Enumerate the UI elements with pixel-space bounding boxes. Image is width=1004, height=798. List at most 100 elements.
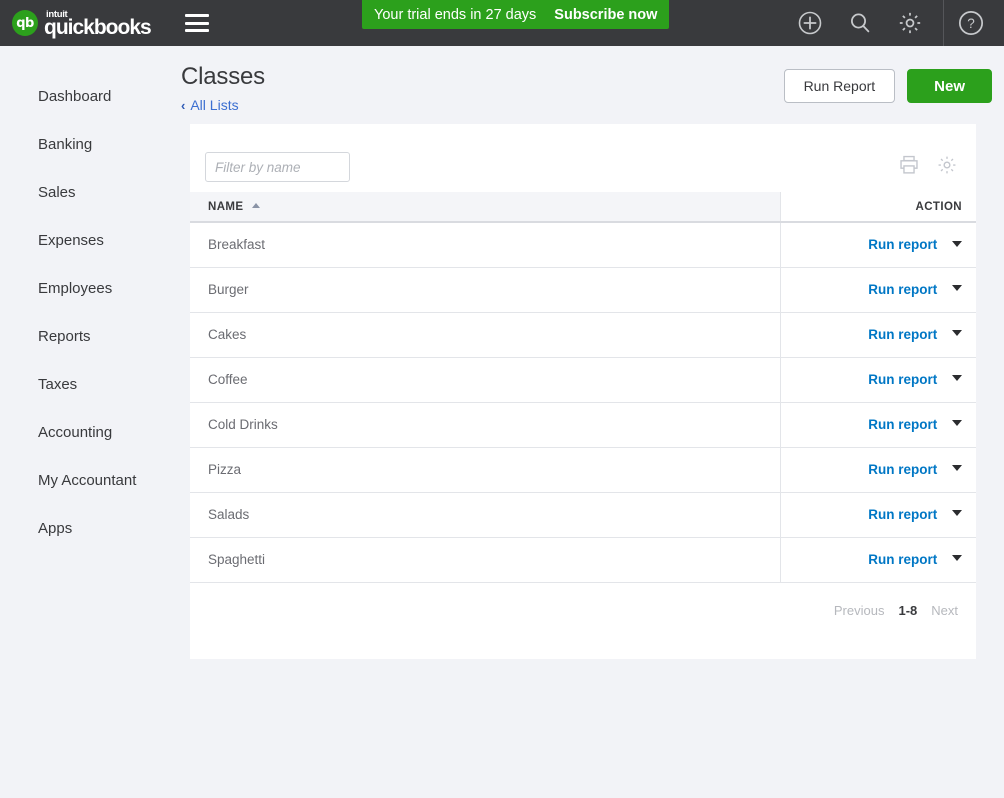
sidebar-item-label: Dashboard — [38, 87, 112, 105]
run-report-link[interactable]: Run report — [868, 462, 937, 477]
table-row[interactable]: Salads Run report — [190, 492, 976, 538]
logo-wordmark: intuit quickbooks — [44, 10, 152, 40]
pagination: Previous 1-8 Next — [190, 583, 976, 618]
cell-name: Cold Drinks — [190, 402, 781, 448]
hamburger-icon[interactable] — [184, 14, 209, 32]
run-report-link[interactable]: Run report — [868, 282, 937, 297]
cell-action: Run report — [780, 312, 976, 358]
page-header-actions: Run Report New — [783, 69, 992, 103]
chevron-down-icon[interactable] — [952, 465, 962, 472]
hamburger-bar — [184, 29, 209, 32]
run-report-link[interactable]: Run report — [868, 507, 937, 522]
table-row[interactable]: Pizza Run report — [190, 447, 976, 493]
cell-action: Run report — [780, 447, 976, 493]
sort-ascending-icon — [252, 202, 261, 208]
card-toolbar — [190, 124, 976, 192]
column-header-name-label: NAME — [208, 200, 244, 213]
breadcrumb-label: All Lists — [190, 97, 239, 114]
table-header: NAME ACTION — [190, 192, 976, 223]
qb-mark-icon: qb — [12, 10, 38, 36]
top-bar-icon-group: ? — [793, 0, 1004, 46]
chevron-down-icon[interactable] — [952, 285, 962, 292]
column-header-action-label: ACTION — [915, 200, 962, 213]
print-icon[interactable] — [898, 154, 920, 176]
sidebar-item-dashboard[interactable]: Dashboard — [0, 72, 160, 120]
run-report-link[interactable]: Run report — [868, 237, 937, 252]
chevron-down-icon[interactable] — [952, 510, 962, 517]
sidebar-item-expenses[interactable]: Expenses — [0, 216, 160, 264]
run-report-link[interactable]: Run report — [868, 417, 937, 432]
cell-action: Run report — [780, 402, 976, 448]
sidebar-item-label: Expenses — [38, 231, 104, 249]
sidebar-navigation: Dashboard Banking Sales Expenses Employe… — [0, 46, 160, 798]
sidebar-item-apps[interactable]: Apps — [0, 504, 160, 552]
classes-card: NAME ACTION Breakfast Run report Burger — [190, 124, 976, 659]
column-header-name[interactable]: NAME — [190, 192, 781, 223]
cell-name: Burger — [190, 267, 781, 313]
sidebar-item-label: Banking — [38, 135, 93, 153]
trial-message: Your trial ends in 27 days — [374, 6, 537, 23]
run-report-link[interactable]: Run report — [868, 327, 937, 342]
svg-text:?: ? — [967, 16, 975, 31]
page-header: Classes ‹ All Lists — [181, 63, 265, 113]
sidebar-item-accounting[interactable]: Accounting — [0, 408, 160, 456]
chevron-down-icon[interactable] — [952, 240, 962, 247]
table-row[interactable]: Cold Drinks Run report — [190, 402, 976, 448]
filter-by-name-input[interactable] — [205, 152, 350, 182]
help-circle-icon[interactable]: ? — [954, 6, 988, 40]
classes-table: NAME ACTION Breakfast Run report Burger — [190, 192, 976, 583]
sidebar-item-label: Apps — [38, 519, 73, 537]
next-page-button[interactable]: Next — [931, 603, 958, 618]
page-range-label: 1-8 — [898, 602, 918, 618]
table-row[interactable]: Burger Run report — [190, 267, 976, 313]
sidebar-item-sales[interactable]: Sales — [0, 168, 160, 216]
search-icon[interactable] — [843, 6, 877, 40]
run-report-link[interactable]: Run report — [868, 372, 937, 387]
trial-banner: Your trial ends in 27 days Subscribe now — [362, 0, 670, 29]
table-row[interactable]: Coffee Run report — [190, 357, 976, 403]
sidebar-item-reports[interactable]: Reports — [0, 312, 160, 360]
run-report-link[interactable]: Run report — [868, 552, 937, 567]
cell-name: Pizza — [190, 447, 781, 493]
sidebar-item-label: Taxes — [38, 375, 78, 393]
table-header-row: NAME ACTION — [190, 192, 976, 223]
sidebar-item-label: Accounting — [38, 423, 113, 441]
chevron-down-icon[interactable] — [952, 420, 962, 427]
cell-action: Run report — [780, 492, 976, 538]
previous-page-button[interactable]: Previous — [834, 603, 885, 618]
page-title: Classes — [181, 63, 265, 90]
subscribe-now-button[interactable]: Subscribe now — [554, 7, 657, 23]
breadcrumb-all-lists[interactable]: ‹ All Lists — [181, 97, 265, 113]
table-toolbar-icons — [882, 154, 958, 176]
gear-icon[interactable] — [893, 6, 927, 40]
cell-action: Run report — [780, 537, 976, 583]
sidebar-item-label: Reports — [38, 327, 91, 345]
sidebar-item-banking[interactable]: Banking — [0, 120, 160, 168]
new-button[interactable]: New — [907, 69, 992, 103]
chevron-down-icon[interactable] — [952, 375, 962, 382]
table-body: Breakfast Run report Burger Run report C… — [190, 222, 976, 583]
quickbooks-logo[interactable]: qb intuit quickbooks — [12, 0, 152, 46]
run-report-button[interactable]: Run Report — [783, 69, 896, 103]
table-row[interactable]: Breakfast Run report — [190, 222, 976, 268]
sidebar-item-label: Employees — [38, 279, 113, 297]
chevron-down-icon[interactable] — [952, 330, 962, 337]
cell-name: Salads — [190, 492, 781, 538]
sidebar-item-my-accountant[interactable]: My Accountant — [0, 456, 160, 504]
cell-action: Run report — [780, 222, 976, 268]
sidebar-item-employees[interactable]: Employees — [0, 264, 160, 312]
table-row[interactable]: Spaghetti Run report — [190, 537, 976, 583]
hamburger-bar — [184, 14, 209, 17]
chevron-down-icon[interactable] — [952, 555, 962, 562]
cell-name: Breakfast — [190, 222, 781, 268]
gear-icon[interactable] — [936, 154, 958, 176]
sidebar-item-label: Sales — [38, 183, 76, 201]
cell-name: Cakes — [190, 312, 781, 358]
sidebar-item-label: My Accountant — [38, 471, 137, 489]
chevron-left-icon: ‹ — [181, 97, 186, 113]
cell-name: Coffee — [190, 357, 781, 403]
sidebar-item-taxes[interactable]: Taxes — [0, 360, 160, 408]
plus-circle-icon[interactable] — [793, 6, 827, 40]
quickbooks-text: quickbooks — [44, 16, 152, 40]
table-row[interactable]: Cakes Run report — [190, 312, 976, 358]
